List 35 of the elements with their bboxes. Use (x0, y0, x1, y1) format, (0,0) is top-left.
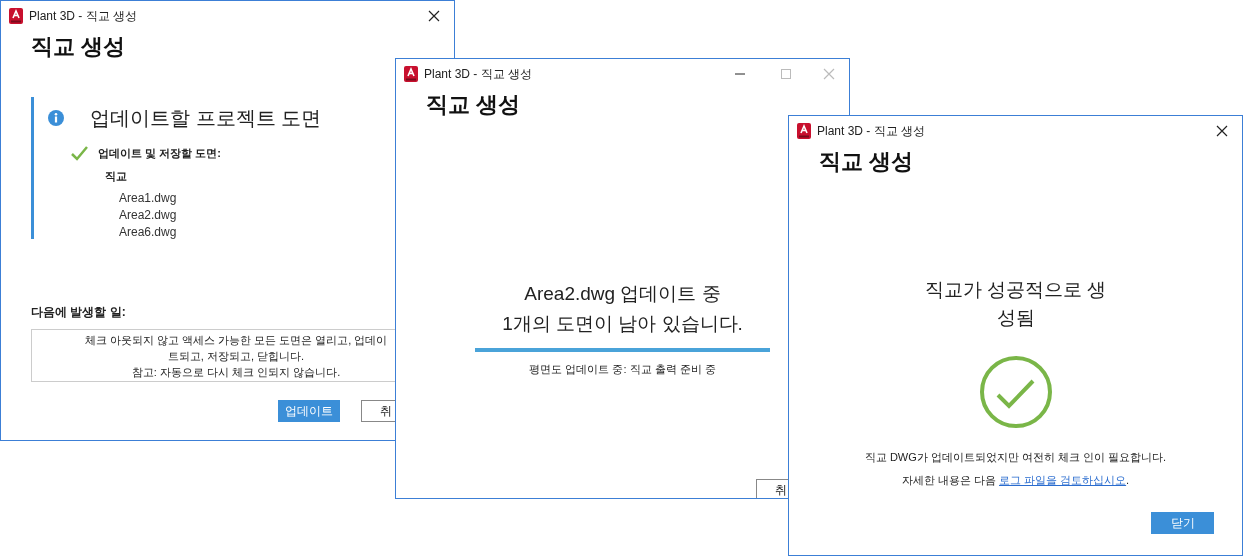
close-icon[interactable] (1216, 125, 1228, 137)
progress-message: 1개의 도면이 남아 있습니다. (502, 312, 743, 336)
window-title: Plant 3D - 직교 생성 (817, 123, 926, 140)
check-label: 업데이트 및 저장할 도면: (98, 146, 221, 161)
success-message: 성됨 (996, 306, 1035, 330)
file-name: Area6.dwg (119, 224, 178, 241)
window-title: Plant 3D - 직교 생성 (29, 8, 138, 25)
primary-button[interactable]: 업데이트 (278, 400, 341, 422)
progress-message: Area2.dwg 업데이트 중 (524, 282, 721, 306)
check-icon (71, 145, 88, 161)
dialog-heading: 직교 생성 (819, 148, 915, 176)
app-icon (9, 8, 23, 24)
success-check-icon (978, 355, 1053, 429)
info-icon (48, 110, 64, 126)
status-text: 평면도 업데이트 중: 직교 출력 준비 중 (529, 362, 716, 377)
next-label: 다음에 발생할 일: (31, 304, 127, 321)
primary-button[interactable]: 닫기 (1151, 512, 1214, 534)
section-title: 업데이트할 프로젝트 도면 (90, 106, 322, 131)
file-name: Area2.dwg (119, 207, 178, 224)
description-line: 체크 아웃되지 않고 액세스 가능한 모든 도면은 열리고, 업데이 (84, 332, 388, 348)
window-title: Plant 3D - 직교 생성 (424, 66, 533, 83)
group-label: 직교 (105, 168, 128, 184)
note-text: 직교 DWG가 업데이트되었지만 여전히 체크 인이 필요합니다. (864, 450, 1167, 465)
detail-text: 자세한 내용은 다음 로그 파일을 검토하십시오. (901, 472, 1130, 488)
dialog-heading: 직교 생성 (31, 33, 127, 61)
file-name: Area1.dwg (119, 190, 178, 207)
dialog-heading: 직교 생성 (426, 91, 522, 119)
app-icon (404, 66, 418, 82)
minimize-icon[interactable] (735, 73, 745, 75)
close-icon[interactable] (428, 10, 440, 22)
log-link[interactable]: 로그 파일을 검토하십시오 (999, 473, 1127, 486)
app-icon (797, 123, 811, 139)
description-line: 트되고, 저장되고, 닫힙니다. (167, 348, 305, 364)
description-line: 참고: 자동으로 다시 체크 인되지 않습니다. (131, 364, 341, 380)
success-message: 직교가 성공적으로 생 (924, 278, 1107, 302)
